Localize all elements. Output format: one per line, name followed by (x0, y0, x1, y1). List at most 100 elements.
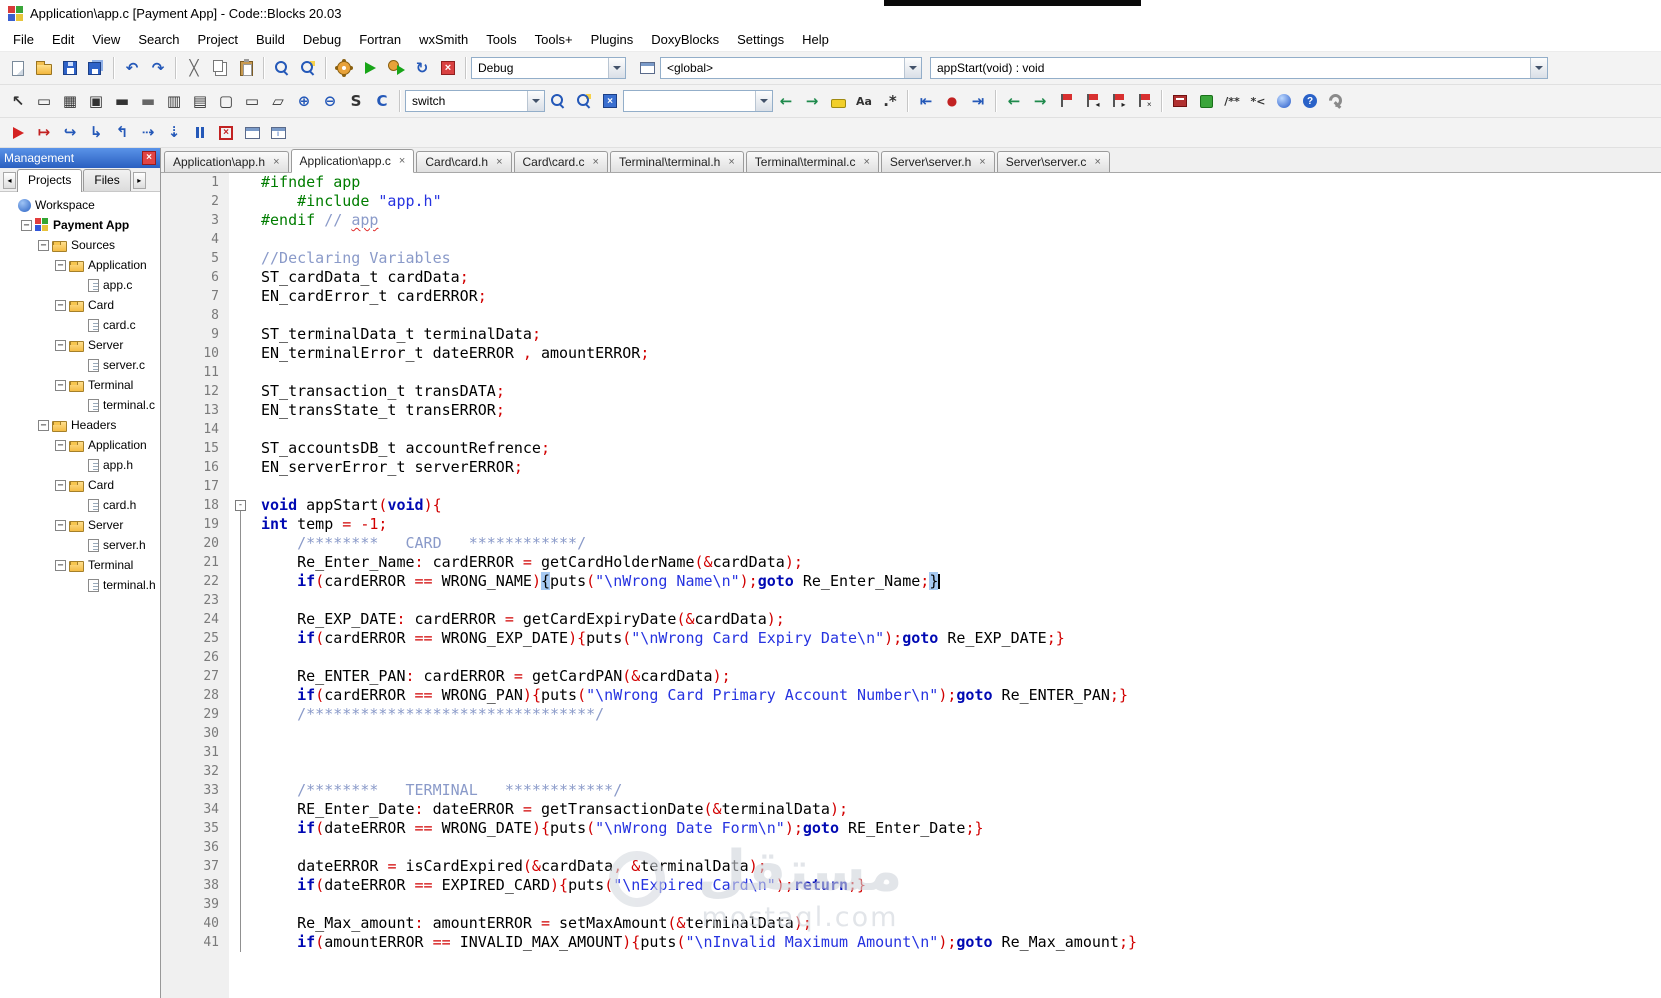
shape-rect-icon[interactable]: ▭ (239, 89, 265, 114)
menu-edit[interactable]: Edit (43, 28, 83, 51)
line-number[interactable]: 32 (161, 762, 229, 781)
code-text[interactable]: //Declaring Variables (253, 249, 1661, 268)
code-text[interactable]: Re_EXP_DATE: cardERROR = getCardExpiryDa… (253, 610, 1661, 629)
scope-combo[interactable]: <global> (660, 57, 922, 79)
save-file-icon[interactable] (57, 56, 83, 81)
close-tab-icon[interactable]: × (593, 156, 599, 168)
code-text[interactable] (253, 895, 1661, 914)
code-text[interactable]: /******** CARD ************/ (253, 534, 1661, 553)
line-number[interactable]: 40 (161, 914, 229, 933)
cut-icon[interactable]: ╳ (181, 56, 207, 81)
menu-help[interactable]: Help (793, 28, 838, 51)
tree-item-app-c[interactable]: app.c (0, 275, 160, 295)
replace-icon[interactable] (295, 56, 321, 81)
code-text[interactable] (253, 230, 1661, 249)
code-text[interactable]: ST_terminalData_t terminalData; (253, 325, 1661, 344)
code-text[interactable] (253, 363, 1661, 382)
menu-search[interactable]: Search (129, 28, 188, 51)
highlight-matches-icon[interactable] (825, 89, 851, 114)
line-number[interactable]: 31 (161, 743, 229, 762)
code-text[interactable] (253, 306, 1661, 325)
line-number[interactable]: 13 (161, 401, 229, 420)
line-number[interactable]: 14 (161, 420, 229, 439)
run-doxygen-icon[interactable] (1193, 89, 1219, 114)
shape-rounded-icon[interactable]: ▢ (213, 89, 239, 114)
tree-item-terminal[interactable]: − Terminal (0, 555, 160, 575)
code-text[interactable]: if(cardERROR == WRONG_EXP_DATE){puts("\n… (253, 629, 1661, 648)
code-text[interactable] (253, 838, 1661, 857)
menu-project[interactable]: Project (189, 28, 247, 51)
tree-item-payment-app[interactable]: − Payment App (0, 215, 160, 235)
next-match-icon[interactable]: → (799, 89, 825, 114)
doxywizard-icon[interactable] (1271, 89, 1297, 114)
tree-item-sources[interactable]: − Sources (0, 235, 160, 255)
prev-match-icon[interactable]: ← (773, 89, 799, 114)
select-pointer-icon[interactable]: ↖ (5, 89, 31, 114)
tree-item-application[interactable]: − Application (0, 435, 160, 455)
editor-tab-terminal-terminal-c[interactable]: Terminal\terminal.c × (745, 151, 879, 172)
menu-plugins[interactable]: Plugins (582, 28, 643, 51)
collapse-icon[interactable]: − (38, 419, 49, 431)
tree-item-server[interactable]: − Server (0, 515, 160, 535)
line-number[interactable]: 30 (161, 724, 229, 743)
search-combo[interactable]: switch (405, 90, 545, 112)
editor-tab-application-app-c[interactable]: Application\app.c × (290, 149, 415, 173)
code-text[interactable] (253, 648, 1661, 667)
next-bookmark-icon[interactable]: ▸ (1105, 89, 1131, 114)
doxy-settings-icon[interactable] (1323, 89, 1349, 114)
line-number[interactable]: 7 (161, 287, 229, 306)
close-tab-icon[interactable]: × (979, 156, 985, 168)
tree-item-server[interactable]: − Server (0, 335, 160, 355)
jump-back-icon[interactable]: ⇤ (913, 89, 939, 114)
code-text[interactable] (253, 420, 1661, 439)
build-icon[interactable] (331, 56, 357, 81)
paste-icon[interactable] (233, 56, 259, 81)
tree-item-card-h[interactable]: card.h (0, 495, 160, 515)
rebuild-icon[interactable]: ↻ (409, 56, 435, 81)
collapse-icon[interactable]: − (55, 559, 66, 571)
run-to-cursor-icon[interactable]: ↦ (31, 120, 57, 145)
tree-item-terminal-h[interactable]: terminal.h (0, 575, 160, 595)
code-text[interactable]: ST_transaction_t transDATA; (253, 382, 1661, 401)
line-number[interactable]: 24 (161, 610, 229, 629)
code-text[interactable]: #ifndef app (253, 173, 1661, 192)
code-text[interactable]: /******** TERMINAL ************/ (253, 781, 1661, 800)
doxy-line-comment-icon[interactable]: *< (1245, 89, 1271, 114)
break-debugger-icon[interactable] (187, 120, 213, 145)
collapse-icon[interactable]: − (55, 519, 66, 531)
zoom-in-icon[interactable]: ⊕ (291, 89, 317, 114)
code-text[interactable]: dateERROR = isCardExpired(&cardData, &te… (253, 857, 1661, 876)
goto-prev-change-icon[interactable]: ← (1001, 89, 1027, 114)
code-text[interactable]: EN_transState_t transERROR; (253, 401, 1661, 420)
code-text[interactable]: ST_cardData_t cardData; (253, 268, 1661, 287)
shape-slanted-icon[interactable]: ▱ (265, 89, 291, 114)
line-number[interactable]: 23 (161, 591, 229, 610)
code-text[interactable]: #endif // app (253, 211, 1661, 230)
menu-view[interactable]: View (83, 28, 129, 51)
close-tab-icon[interactable]: × (399, 155, 405, 167)
frame-row-b-icon[interactable]: ▬ (135, 89, 161, 114)
next-line-icon[interactable]: ↪ (57, 120, 83, 145)
line-number[interactable]: 8 (161, 306, 229, 325)
tree-item-card-c[interactable]: card.c (0, 315, 160, 335)
line-number[interactable]: 37 (161, 857, 229, 876)
chevron-down-icon[interactable] (755, 91, 772, 111)
new-file-icon[interactable] (5, 56, 31, 81)
line-number[interactable]: 12 (161, 382, 229, 401)
clear-search-icon[interactable]: × (597, 89, 623, 114)
chevron-down-icon[interactable] (608, 58, 625, 78)
line-number[interactable]: 4 (161, 230, 229, 249)
widget-frame-icon[interactable]: ▭ (31, 89, 57, 114)
line-number[interactable]: 20 (161, 534, 229, 553)
doxy-block-comment-icon[interactable]: /** (1219, 89, 1245, 114)
step-into-instruction-icon[interactable]: ⇣ (161, 120, 187, 145)
menu-tools[interactable]: Tools (477, 28, 525, 51)
tree-item-card[interactable]: − Card (0, 295, 160, 315)
build-target-combo[interactable]: Debug (471, 57, 626, 79)
collapse-icon[interactable]: − (55, 479, 66, 491)
line-number[interactable]: 18 (161, 496, 229, 515)
frame-row-a-icon[interactable]: ▬ (109, 89, 135, 114)
close-icon[interactable] (142, 151, 156, 165)
extract-documentation-icon[interactable] (1167, 89, 1193, 114)
collapse-icon[interactable]: − (55, 259, 66, 271)
